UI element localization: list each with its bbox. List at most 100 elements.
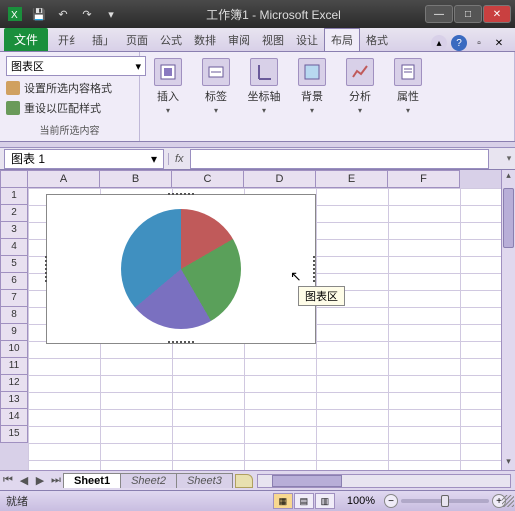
name-box[interactable]: 图表 1 ▾: [4, 149, 164, 169]
col-header[interactable]: A: [28, 170, 100, 188]
view-pagelayout-button[interactable]: ▤: [294, 493, 314, 509]
sheet-tab-active[interactable]: Sheet1: [63, 473, 121, 488]
col-header[interactable]: E: [316, 170, 388, 188]
file-tab[interactable]: 文件: [4, 28, 48, 51]
row-header[interactable]: 7: [0, 290, 28, 307]
resize-handle[interactable]: [45, 256, 49, 282]
scroll-up-icon[interactable]: ▴: [502, 170, 515, 184]
tab-review[interactable]: 审阅: [222, 29, 256, 51]
caret-icon: ▾: [406, 106, 410, 115]
col-header[interactable]: C: [172, 170, 244, 188]
worksheet-grid: A B C D E F 1 2 3 4 5 6 7 8 9 10 11 12 1…: [0, 170, 515, 470]
resize-handle[interactable]: [168, 341, 194, 345]
sheet-nav-prev-icon[interactable]: ◀: [16, 473, 32, 489]
row-header[interactable]: 3: [0, 222, 28, 239]
labels-label: 标签: [205, 88, 227, 104]
scroll-thumb[interactable]: [503, 188, 514, 248]
cursor-icon: ↖: [290, 268, 302, 285]
name-box-caret-icon: ▾: [151, 152, 157, 166]
tab-pagelayout[interactable]: 页面: [120, 29, 154, 51]
scroll-thumb[interactable]: [272, 475, 342, 487]
sheet-tab[interactable]: Sheet3: [176, 473, 233, 488]
vertical-scrollbar[interactable]: ▴ ▾: [501, 170, 515, 470]
scroll-down-icon[interactable]: ▾: [502, 456, 515, 470]
row-header[interactable]: 10: [0, 341, 28, 358]
format-selection-label: 设置所选内容格式: [24, 80, 112, 96]
resize-handle[interactable]: [313, 256, 317, 282]
redo-icon[interactable]: ↷: [76, 4, 98, 24]
qat-dropdown-icon[interactable]: ▾: [100, 4, 122, 24]
row-header[interactable]: 14: [0, 409, 28, 426]
horizontal-scrollbar[interactable]: [257, 474, 511, 488]
labels-button[interactable]: 标签▾: [194, 56, 238, 117]
tab-data[interactable]: 数排: [188, 29, 222, 51]
row-header[interactable]: 12: [0, 375, 28, 392]
sheet-nav-next-icon[interactable]: ▶: [32, 473, 48, 489]
labels-icon: [202, 58, 230, 86]
col-header[interactable]: D: [244, 170, 316, 188]
formula-expand-icon[interactable]: ▾: [503, 148, 515, 170]
caret-icon: ▾: [358, 106, 362, 115]
view-normal-button[interactable]: ▦: [273, 493, 293, 509]
tab-format[interactable]: 格式: [360, 29, 394, 51]
embedded-chart[interactable]: [46, 194, 316, 344]
window-close-icon[interactable]: ✕: [491, 35, 507, 51]
formula-input[interactable]: [190, 149, 489, 169]
undo-icon[interactable]: ↶: [52, 4, 74, 24]
save-icon[interactable]: 💾: [28, 4, 50, 24]
zoom-thumb[interactable]: [441, 495, 449, 507]
zoom-percent[interactable]: 100%: [347, 495, 375, 507]
format-selection-button[interactable]: 设置所选内容格式: [6, 80, 133, 96]
background-button[interactable]: 背景▾: [290, 56, 334, 117]
pie-chart[interactable]: [121, 209, 241, 329]
tab-view[interactable]: 视图: [256, 29, 290, 51]
tab-home[interactable]: 开纟: [52, 29, 86, 51]
row-header[interactable]: 1: [0, 188, 28, 205]
view-pagebreak-button[interactable]: ▥: [315, 493, 335, 509]
window-title: 工作簿1 - Microsoft Excel: [122, 6, 425, 23]
ribbon-body: 图表区 ▾ 设置所选内容格式 重设以匹配样式 当前所选内容 插入▾ 标签▾ 坐标…: [0, 52, 515, 142]
tab-insert[interactable]: 插」: [86, 29, 120, 51]
reset-style-label: 重设以匹配样式: [24, 100, 101, 116]
new-sheet-button[interactable]: [235, 474, 253, 488]
row-header[interactable]: 11: [0, 358, 28, 375]
tab-layout[interactable]: 布局: [324, 28, 360, 51]
cells[interactable]: ↖ 图表区: [28, 188, 501, 470]
reset-style-button[interactable]: 重设以匹配样式: [6, 100, 133, 116]
resize-grip-icon[interactable]: [502, 495, 514, 507]
row-header[interactable]: 6: [0, 273, 28, 290]
row-header[interactable]: 13: [0, 392, 28, 409]
select-all-corner[interactable]: [0, 170, 28, 188]
zoom-slider[interactable]: [401, 499, 489, 503]
row-header[interactable]: 8: [0, 307, 28, 324]
row-header[interactable]: 9: [0, 324, 28, 341]
row-header[interactable]: 5: [0, 256, 28, 273]
tab-design[interactable]: 设让: [290, 29, 324, 51]
minimize-ribbon-icon[interactable]: ▴: [431, 35, 447, 51]
col-header[interactable]: B: [100, 170, 172, 188]
row-header[interactable]: 15: [0, 426, 28, 443]
help-icon[interactable]: ?: [451, 35, 467, 51]
excel-icon[interactable]: X: [4, 4, 26, 24]
minimize-button[interactable]: —: [425, 5, 453, 23]
properties-button[interactable]: 属性▾: [386, 56, 430, 117]
analysis-button[interactable]: 分析▾: [338, 56, 382, 117]
tab-formulas[interactable]: 公式: [154, 29, 188, 51]
zoom-out-button[interactable]: −: [384, 494, 398, 508]
window-restore-icon[interactable]: ▫: [471, 35, 487, 51]
col-header[interactable]: F: [388, 170, 460, 188]
ribbon-group-selection-label: 当前所选内容: [6, 122, 133, 137]
maximize-button[interactable]: □: [454, 5, 482, 23]
chart-element-selector[interactable]: 图表区 ▾: [6, 56, 146, 76]
close-button[interactable]: ✕: [483, 5, 511, 23]
resize-handle[interactable]: [168, 193, 194, 197]
axes-button[interactable]: 坐标轴▾: [242, 56, 286, 117]
sheet-nav-first-icon[interactable]: ⏮: [0, 473, 16, 489]
fx-icon[interactable]: fx: [168, 153, 190, 165]
sheet-nav-last-icon[interactable]: ⏭: [48, 473, 64, 489]
insert-label: 插入: [157, 88, 179, 104]
sheet-tab[interactable]: Sheet2: [120, 473, 177, 488]
row-header[interactable]: 4: [0, 239, 28, 256]
insert-button[interactable]: 插入▾: [146, 56, 190, 117]
row-header[interactable]: 2: [0, 205, 28, 222]
